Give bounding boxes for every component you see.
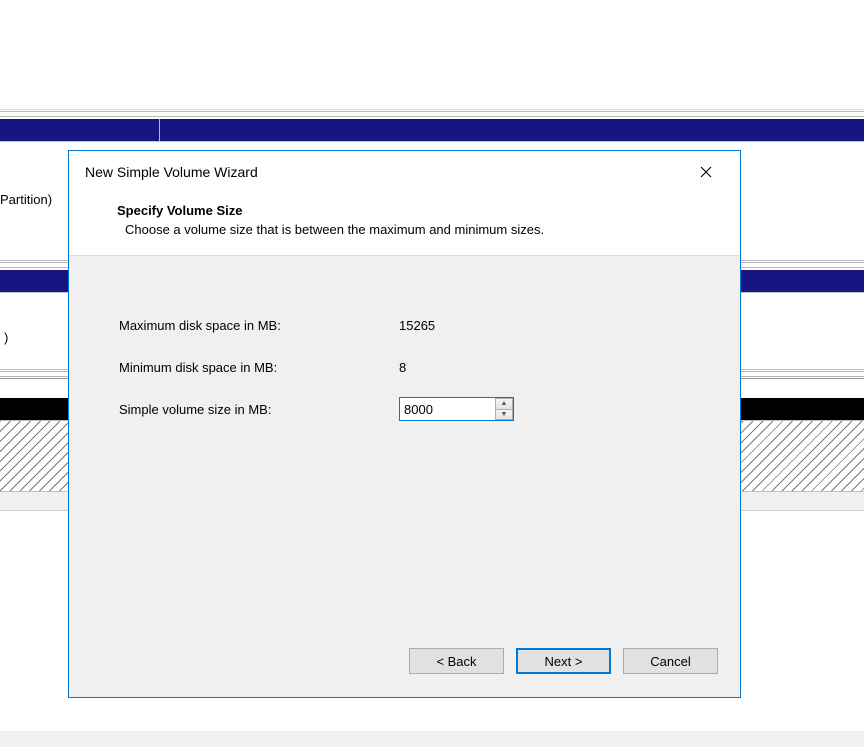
max-disk-space-value: 15265 [399,318,435,333]
spinner-down-button[interactable]: ▼ [495,409,513,421]
next-button[interactable]: Next > [516,648,611,674]
volume-size-spinner[interactable]: ▲ ▼ [399,397,514,421]
min-disk-space-row: Minimum disk space in MB: 8 [119,356,690,378]
min-disk-space-value: 8 [399,360,406,375]
wizard-header: Specify Volume Size Choose a volume size… [69,193,740,256]
partition-label: Partition) [0,192,52,207]
wizard-content: Maximum disk space in MB: 15265 Minimum … [69,256,740,637]
spinner-up-button[interactable]: ▲ [495,398,513,409]
wizard-button-row: < Back Next > Cancel [69,637,740,697]
wizard-step-title: Specify Volume Size [117,203,708,218]
close-button[interactable] [686,158,726,186]
wizard-dialog: New Simple Volume Wizard Specify Volume … [68,150,741,698]
cancel-button[interactable]: Cancel [623,648,718,674]
max-disk-space-row: Maximum disk space in MB: 15265 [119,314,690,336]
disk-label-fragment: ) [4,330,8,345]
close-icon [700,166,712,178]
dialog-titlebar: New Simple Volume Wizard [69,151,740,193]
volume-size-label: Simple volume size in MB: [119,402,399,417]
max-disk-space-label: Maximum disk space in MB: [119,318,399,333]
volume-size-input[interactable] [400,398,493,420]
volume-size-row: Simple volume size in MB: ▲ ▼ [119,398,690,420]
wizard-step-description: Choose a volume size that is between the… [117,222,708,237]
back-button[interactable]: < Back [409,648,504,674]
dialog-title: New Simple Volume Wizard [85,164,258,180]
min-disk-space-label: Minimum disk space in MB: [119,360,399,375]
